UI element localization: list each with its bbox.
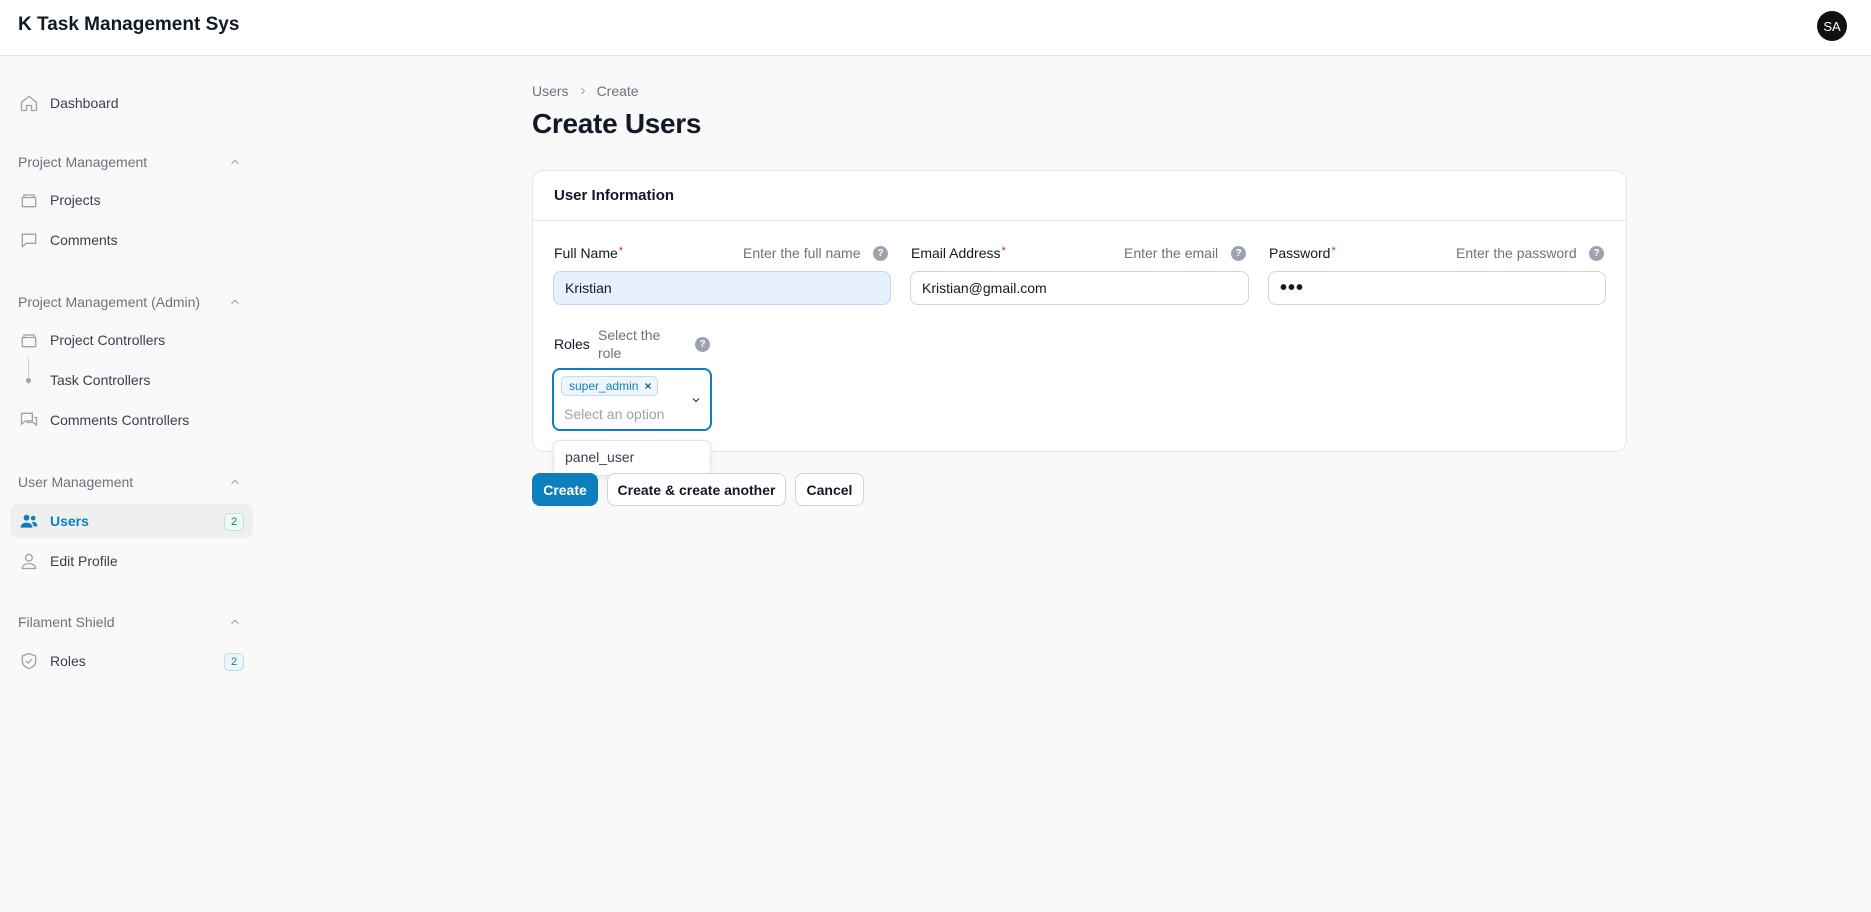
password-label: Password* [1269, 245, 1336, 261]
nav-group-filament-shield[interactable]: Filament Shield [18, 614, 115, 630]
chevron-up-icon[interactable] [228, 155, 242, 169]
email-hint: Enter the email [1124, 245, 1219, 261]
create-button[interactable]: Create [532, 473, 598, 506]
sidebar-item-label: Comments Controllers [50, 412, 190, 428]
page-title: Create Users [532, 108, 702, 139]
roles-hint: Select the role [598, 327, 661, 361]
close-icon[interactable] [643, 381, 653, 391]
chevron-down-icon[interactable] [690, 394, 702, 406]
full-name-input[interactable]: Kristian [553, 271, 891, 305]
sidebar-item-task-controllers[interactable]: Task Controllers [10, 363, 253, 397]
create-another-button[interactable]: Create & create another [607, 473, 786, 506]
breadcrumb: Users Create [532, 83, 639, 99]
help-icon[interactable]: ? [695, 337, 710, 352]
sidebar-item-projects[interactable]: Projects [10, 183, 253, 217]
roles-multiselect[interactable]: super_admin Select an option [552, 368, 712, 431]
breadcrumb-current: Create [596, 83, 639, 99]
chat-bubbles-icon [19, 410, 39, 430]
chevron-up-icon[interactable] [228, 615, 242, 629]
chevron-up-icon[interactable] [228, 295, 242, 309]
sidebar-item-label: Projects [50, 192, 101, 208]
help-icon[interactable]: ? [1231, 246, 1246, 261]
sidebar-item-label: Project Controllers [50, 332, 166, 348]
roles-dropdown: panel_user [553, 440, 711, 476]
section-title: User Information [533, 171, 1626, 221]
dropdown-option-panel-user[interactable]: panel_user [565, 449, 634, 465]
sidebar-item-label: Dashboard [50, 95, 119, 111]
password-input[interactable]: ••• [1268, 271, 1606, 305]
sidebar-item-edit-profile[interactable]: Edit Profile [10, 544, 253, 578]
home-icon [19, 93, 39, 113]
sidebar-item-users[interactable]: Users 2 [10, 504, 253, 538]
sidebar-item-project-controllers[interactable]: Project Controllers [10, 323, 253, 357]
roles-count-badge: 2 [224, 653, 244, 671]
role-chip-label: super_admin [569, 379, 639, 393]
sidebar-item-label: Task Controllers [50, 372, 151, 388]
email-input[interactable]: Kristian@gmail.com [910, 271, 1249, 305]
sidebar-item-comments-controllers[interactable]: Comments Controllers [10, 403, 253, 437]
full-name-hint: Enter the full name [743, 245, 861, 261]
sidebar-item-roles[interactable]: Roles 2 [10, 644, 253, 678]
email-label: Email Address* [911, 245, 1006, 261]
full-name-label: Full Name* [554, 245, 624, 261]
chat-bubble-icon [19, 230, 39, 250]
roles-search-input[interactable]: Select an option [564, 406, 664, 422]
user-icon [19, 551, 39, 571]
help-icon[interactable]: ? [1589, 246, 1604, 261]
nav-group-user-management[interactable]: User Management [18, 474, 133, 490]
chevron-right-icon [580, 87, 585, 95]
password-hint: Enter the password [1456, 245, 1577, 261]
users-icon [19, 511, 39, 531]
folder-icon [19, 190, 39, 210]
sidebar-item-label: Comments [50, 232, 118, 248]
roles-label: Roles [554, 336, 590, 352]
sidebar: Dashboard Project Management Projects Co… [0, 56, 262, 912]
user-avatar[interactable]: SA [1817, 11, 1847, 41]
help-icon[interactable]: ? [873, 246, 888, 261]
app-title[interactable]: K Task Management Sys [18, 14, 239, 36]
sidebar-item-comments[interactable]: Comments [10, 223, 253, 257]
role-chip-super-admin: super_admin [561, 376, 659, 396]
sidebar-item-label: Users [50, 513, 89, 529]
folder-icon [19, 330, 39, 350]
breadcrumb-users-link[interactable]: Users [532, 83, 569, 99]
shield-check-icon [19, 651, 39, 671]
cancel-button[interactable]: Cancel [795, 473, 864, 506]
sidebar-item-label: Edit Profile [50, 553, 118, 569]
nav-group-project-management-admin[interactable]: Project Management (Admin) [18, 294, 200, 310]
users-count-badge: 2 [224, 513, 244, 531]
nav-group-project-management[interactable]: Project Management [18, 154, 147, 170]
sidebar-item-label: Roles [50, 653, 86, 669]
sidebar-item-dashboard[interactable]: Dashboard [10, 86, 253, 120]
chevron-up-icon[interactable] [228, 475, 242, 489]
top-bar: K Task Management Sys SA [0, 0, 1871, 56]
